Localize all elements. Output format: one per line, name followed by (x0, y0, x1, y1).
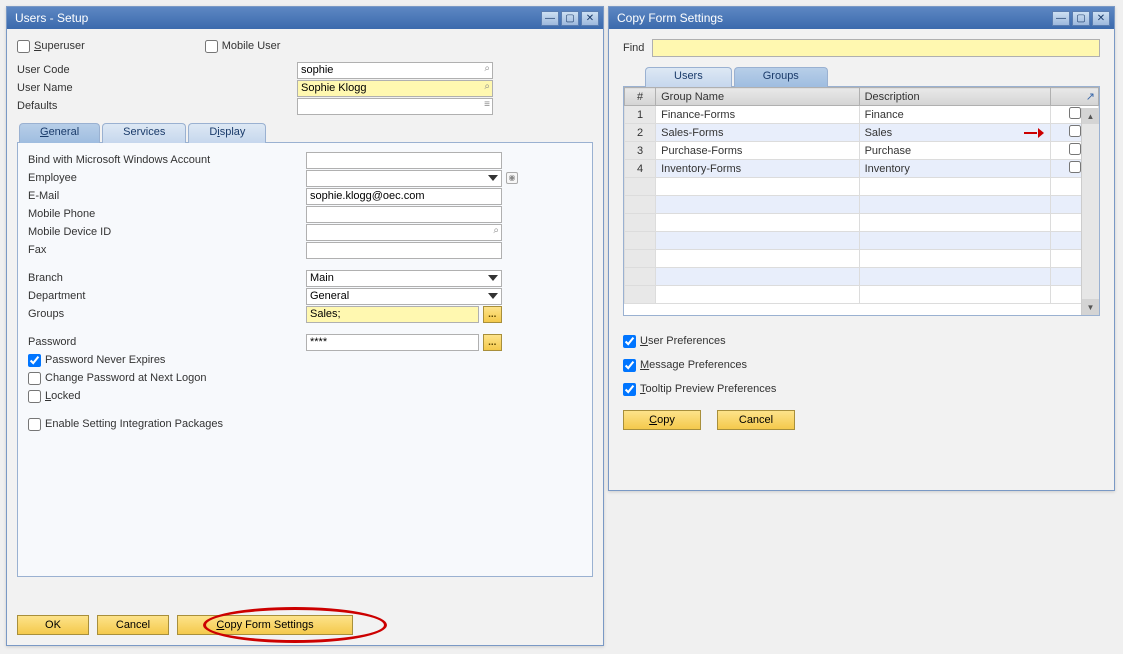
table-row-empty (625, 214, 1099, 232)
table-row-empty (625, 268, 1099, 286)
minimize-button[interactable]: — (541, 11, 559, 26)
fax-label: Fax (28, 244, 306, 256)
mobile-input[interactable] (306, 206, 502, 223)
search-icon[interactable]: ⌕ (493, 225, 499, 236)
cancel-button[interactable]: Cancel (97, 615, 169, 635)
mdevice-input[interactable] (306, 224, 502, 241)
maximize-button[interactable]: ▢ (561, 11, 579, 26)
table-row[interactable]: 2Sales-FormsSales (625, 124, 1099, 142)
row-name: Purchase-Forms (656, 142, 859, 160)
mdevice-label: Mobile Device ID (28, 226, 306, 238)
message-preferences-checkbox[interactable]: Message Preferences (623, 356, 1100, 374)
employee-label: Employee (28, 172, 306, 184)
groups-browse-button[interactable]: ... (483, 306, 503, 323)
enable-packages-checkbox[interactable]: Enable Setting Integration Packages (28, 415, 582, 433)
usercode-input[interactable] (297, 62, 493, 79)
usercode-label: User Code (17, 64, 297, 76)
table-row[interactable]: 3Purchase-FormsPurchase (625, 142, 1099, 160)
row-num: 3 (625, 142, 656, 160)
scroll-down-icon[interactable]: ▼ (1082, 299, 1099, 315)
locked-checkbox[interactable]: Locked (28, 387, 582, 405)
window-title: Users - Setup (15, 11, 541, 25)
find-label: Find (623, 42, 644, 54)
branch-select[interactable]: Main (306, 270, 502, 287)
mobile-label: Mobile Phone (28, 208, 306, 220)
change-password-next-logon-checkbox[interactable]: Change Password at Next Logon (28, 369, 582, 387)
email-input[interactable] (306, 188, 502, 205)
minimize-button[interactable]: — (1052, 11, 1070, 26)
dept-select[interactable]: General (306, 288, 502, 305)
table-row-empty (625, 178, 1099, 196)
copy-form-settings-button[interactable]: Copy Form Settings (177, 615, 353, 635)
titlebar[interactable]: Copy Form Settings — ▢ ✕ (609, 7, 1114, 29)
password-label: Password (28, 336, 306, 348)
row-num: 1 (625, 106, 656, 124)
row-name: Inventory-Forms (656, 160, 859, 178)
groups-table: # Group Name Description 1Finance-FormsF… (624, 87, 1099, 304)
bind-input[interactable] (306, 152, 502, 169)
bind-label: Bind with Microsoft Windows Account (28, 154, 306, 166)
tab-users[interactable]: Users (645, 67, 732, 87)
username-label: User Name (17, 82, 297, 94)
maximize-button[interactable]: ▢ (1072, 11, 1090, 26)
users-setup-window: Users - Setup — ▢ ✕ SSuperuseruperuser M… (6, 6, 604, 646)
row-desc: Inventory (859, 160, 1051, 178)
table-row[interactable]: 1Finance-FormsFinance (625, 106, 1099, 124)
expand-icon[interactable]: ↗ (1086, 90, 1095, 103)
titlebar[interactable]: Users - Setup — ▢ ✕ (7, 7, 603, 29)
table-row-empty (625, 286, 1099, 304)
col-group-name[interactable]: Group Name (656, 88, 859, 106)
superuser-checkbox[interactable]: SSuperuseruperuser (17, 37, 85, 55)
row-name: Sales-Forms (656, 124, 859, 142)
close-button[interactable]: ✕ (581, 11, 599, 26)
tab-services[interactable]: Services (102, 123, 186, 143)
table-row[interactable]: 4Inventory-FormsInventory (625, 160, 1099, 178)
copy-form-settings-window: Copy Form Settings — ▢ ✕ Find Users Grou… (608, 6, 1115, 491)
username-input[interactable] (297, 80, 493, 97)
row-num: 2 (625, 124, 656, 142)
close-button[interactable]: ✕ (1092, 11, 1110, 26)
cancel-button[interactable]: Cancel (717, 410, 795, 430)
password-input[interactable] (306, 334, 479, 351)
find-input[interactable] (652, 39, 1100, 57)
mobile-user-checkbox[interactable]: Mobile User (205, 37, 281, 55)
row-desc: Sales (859, 124, 1051, 142)
groups-input[interactable] (306, 306, 479, 323)
row-num: 4 (625, 160, 656, 178)
search-icon[interactable]: ⌕ (484, 63, 490, 74)
row-name: Finance-Forms (656, 106, 859, 124)
row-desc: Purchase (859, 142, 1051, 160)
email-label: E-Mail (28, 190, 306, 202)
password-browse-button[interactable]: ... (483, 334, 503, 351)
col-num[interactable]: # (625, 88, 656, 106)
tab-display[interactable]: Display (188, 123, 266, 143)
password-never-expires-checkbox[interactable]: Password Never Expires (28, 351, 582, 369)
table-row-empty (625, 196, 1099, 214)
row-desc: Finance (859, 106, 1051, 124)
tooltip-preview-checkbox[interactable]: Tooltip Preview Preferences (623, 380, 1100, 398)
scroll-up-icon[interactable]: ▲ (1082, 108, 1099, 124)
window-title: Copy Form Settings (617, 11, 1052, 25)
groups-label: Groups (28, 308, 306, 320)
table-row-empty (625, 232, 1099, 250)
defaults-label: Defaults (17, 100, 297, 112)
tab-groups[interactable]: Groups (734, 67, 828, 87)
branch-label: Branch (28, 272, 306, 284)
col-description[interactable]: Description (859, 88, 1051, 106)
general-tab-pane: Bind with Microsoft Windows Account Empl… (17, 142, 593, 577)
fax-input[interactable] (306, 242, 502, 259)
dept-label: Department (28, 290, 306, 302)
employee-detail-icon[interactable]: ◉ (506, 172, 518, 184)
scrollbar[interactable]: ▲ ▼ (1081, 108, 1099, 315)
user-preferences-checkbox[interactable]: User Preferences (623, 332, 1100, 350)
groups-grid-pane: ↗ # Group Name Description 1Finance-Form… (623, 86, 1100, 316)
copy-button[interactable]: Copy (623, 410, 701, 430)
table-row-empty (625, 250, 1099, 268)
defaults-input[interactable] (297, 98, 493, 115)
ok-button[interactable]: OK (17, 615, 89, 635)
search-icon[interactable]: ⌕ (484, 81, 490, 92)
list-icon[interactable]: ≡ (484, 99, 490, 110)
employee-select[interactable] (306, 170, 502, 187)
tab-general[interactable]: General (19, 123, 100, 143)
